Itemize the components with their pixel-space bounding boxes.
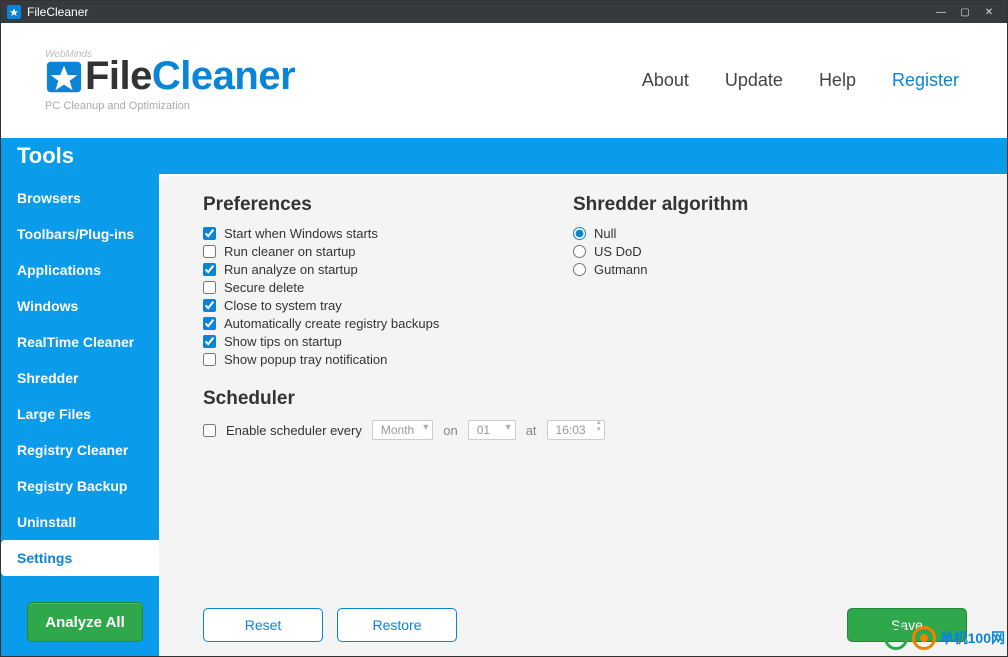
minimize-button[interactable]: — <box>929 4 953 20</box>
logo-text: FileCleaner <box>85 56 295 96</box>
app-logo: WebMinds FileCleaner PC Cleanup and Opti… <box>45 49 295 112</box>
header-nav: About Update Help Register <box>642 70 959 91</box>
pref-checkbox[interactable] <box>203 245 216 258</box>
shredder-label[interactable]: Gutmann <box>594 262 647 277</box>
sidebar-item-uninstall[interactable]: Uninstall <box>1 504 159 540</box>
scheduler-day-select[interactable]: 01 <box>468 420 516 440</box>
scheduler-enable-checkbox[interactable] <box>203 424 216 437</box>
sidebar-item-toolbars-plug-ins[interactable]: Toolbars/Plug-ins <box>1 216 159 252</box>
pref-option: Run cleaner on startup <box>203 244 533 259</box>
shredder-radio[interactable] <box>573 245 586 258</box>
shredder-label[interactable]: Null <box>594 226 616 241</box>
pref-option: Show popup tray notification <box>203 352 533 367</box>
pref-checkbox[interactable] <box>203 317 216 330</box>
pref-option: Automatically create registry backups <box>203 316 533 331</box>
analyze-all-button[interactable]: Analyze All <box>27 602 143 642</box>
shredder-radio[interactable] <box>573 263 586 276</box>
scheduler-heading: Scheduler <box>203 388 967 410</box>
sidebar-item-shredder[interactable]: Shredder <box>1 360 159 396</box>
pref-checkbox[interactable] <box>203 227 216 240</box>
pref-label[interactable]: Show popup tray notification <box>224 352 387 367</box>
app-icon <box>7 5 21 19</box>
scheduler-at-label: at <box>526 423 537 438</box>
pref-label[interactable]: Secure delete <box>224 280 304 295</box>
nav-help[interactable]: Help <box>819 70 856 91</box>
shredder-option: US DoD <box>573 244 967 259</box>
sidebar: BrowsersToolbars/Plug-insApplicationsWin… <box>1 174 159 656</box>
title-bar: FileCleaner — ▢ ✕ <box>1 1 1007 23</box>
pref-label[interactable]: Start when Windows starts <box>224 226 378 241</box>
shredder-radio[interactable] <box>573 227 586 240</box>
sidebar-item-browsers[interactable]: Browsers <box>1 180 159 216</box>
pref-option: Start when Windows starts <box>203 226 533 241</box>
scheduler-time-input[interactable]: 16:03 <box>547 420 605 440</box>
sidebar-item-registry-cleaner[interactable]: Registry Cleaner <box>1 432 159 468</box>
save-button[interactable]: Save <box>847 608 967 642</box>
pref-option: Secure delete <box>203 280 533 295</box>
nav-register[interactable]: Register <box>892 70 959 91</box>
pref-label[interactable]: Close to system tray <box>224 298 342 313</box>
shredder-option: Gutmann <box>573 262 967 277</box>
logo-icon <box>45 58 83 96</box>
pref-label[interactable]: Run cleaner on startup <box>224 244 356 259</box>
pref-checkbox[interactable] <box>203 335 216 348</box>
sidebar-item-windows[interactable]: Windows <box>1 288 159 324</box>
main-panel: Preferences Start when Windows starts Run… <box>159 176 1007 656</box>
footer-buttons: Reset Restore Save <box>203 596 967 642</box>
scheduler-period-select[interactable]: Month <box>372 420 433 440</box>
pref-label[interactable]: Run analyze on startup <box>224 262 358 277</box>
logo-subtitle: PC Cleanup and Optimization <box>45 100 295 112</box>
sidebar-item-applications[interactable]: Applications <box>1 252 159 288</box>
reset-button[interactable]: Reset <box>203 608 323 642</box>
pref-checkbox[interactable] <box>203 353 216 366</box>
window-title: FileCleaner <box>27 5 88 19</box>
pref-checkbox[interactable] <box>203 263 216 276</box>
scheduler-enable-label[interactable]: Enable scheduler every <box>226 423 362 438</box>
pref-checkbox[interactable] <box>203 281 216 294</box>
nav-update[interactable]: Update <box>725 70 783 91</box>
nav-about[interactable]: About <box>642 70 689 91</box>
pref-label[interactable]: Show tips on startup <box>224 334 342 349</box>
app-header: WebMinds FileCleaner PC Cleanup and Opti… <box>1 23 1007 138</box>
pref-option: Run analyze on startup <box>203 262 533 277</box>
sidebar-item-large-files[interactable]: Large Files <box>1 396 159 432</box>
scheduler-on-label: on <box>443 423 457 438</box>
preferences-heading: Preferences <box>203 194 533 216</box>
sidebar-item-registry-backup[interactable]: Registry Backup <box>1 468 159 504</box>
sidebar-item-realtime-cleaner[interactable]: RealTime Cleaner <box>1 324 159 360</box>
tools-heading: Tools <box>1 138 1007 174</box>
pref-option: Show tips on startup <box>203 334 533 349</box>
sidebar-item-settings[interactable]: Settings <box>1 540 159 576</box>
shredder-option: Null <box>573 226 967 241</box>
pref-checkbox[interactable] <box>203 299 216 312</box>
pref-label[interactable]: Automatically create registry backups <box>224 316 439 331</box>
close-button[interactable]: ✕ <box>977 4 1001 20</box>
pref-option: Close to system tray <box>203 298 533 313</box>
shredder-heading: Shredder algorithm <box>573 194 967 216</box>
maximize-button[interactable]: ▢ <box>953 4 977 20</box>
shredder-label[interactable]: US DoD <box>594 244 642 259</box>
restore-button[interactable]: Restore <box>337 608 457 642</box>
